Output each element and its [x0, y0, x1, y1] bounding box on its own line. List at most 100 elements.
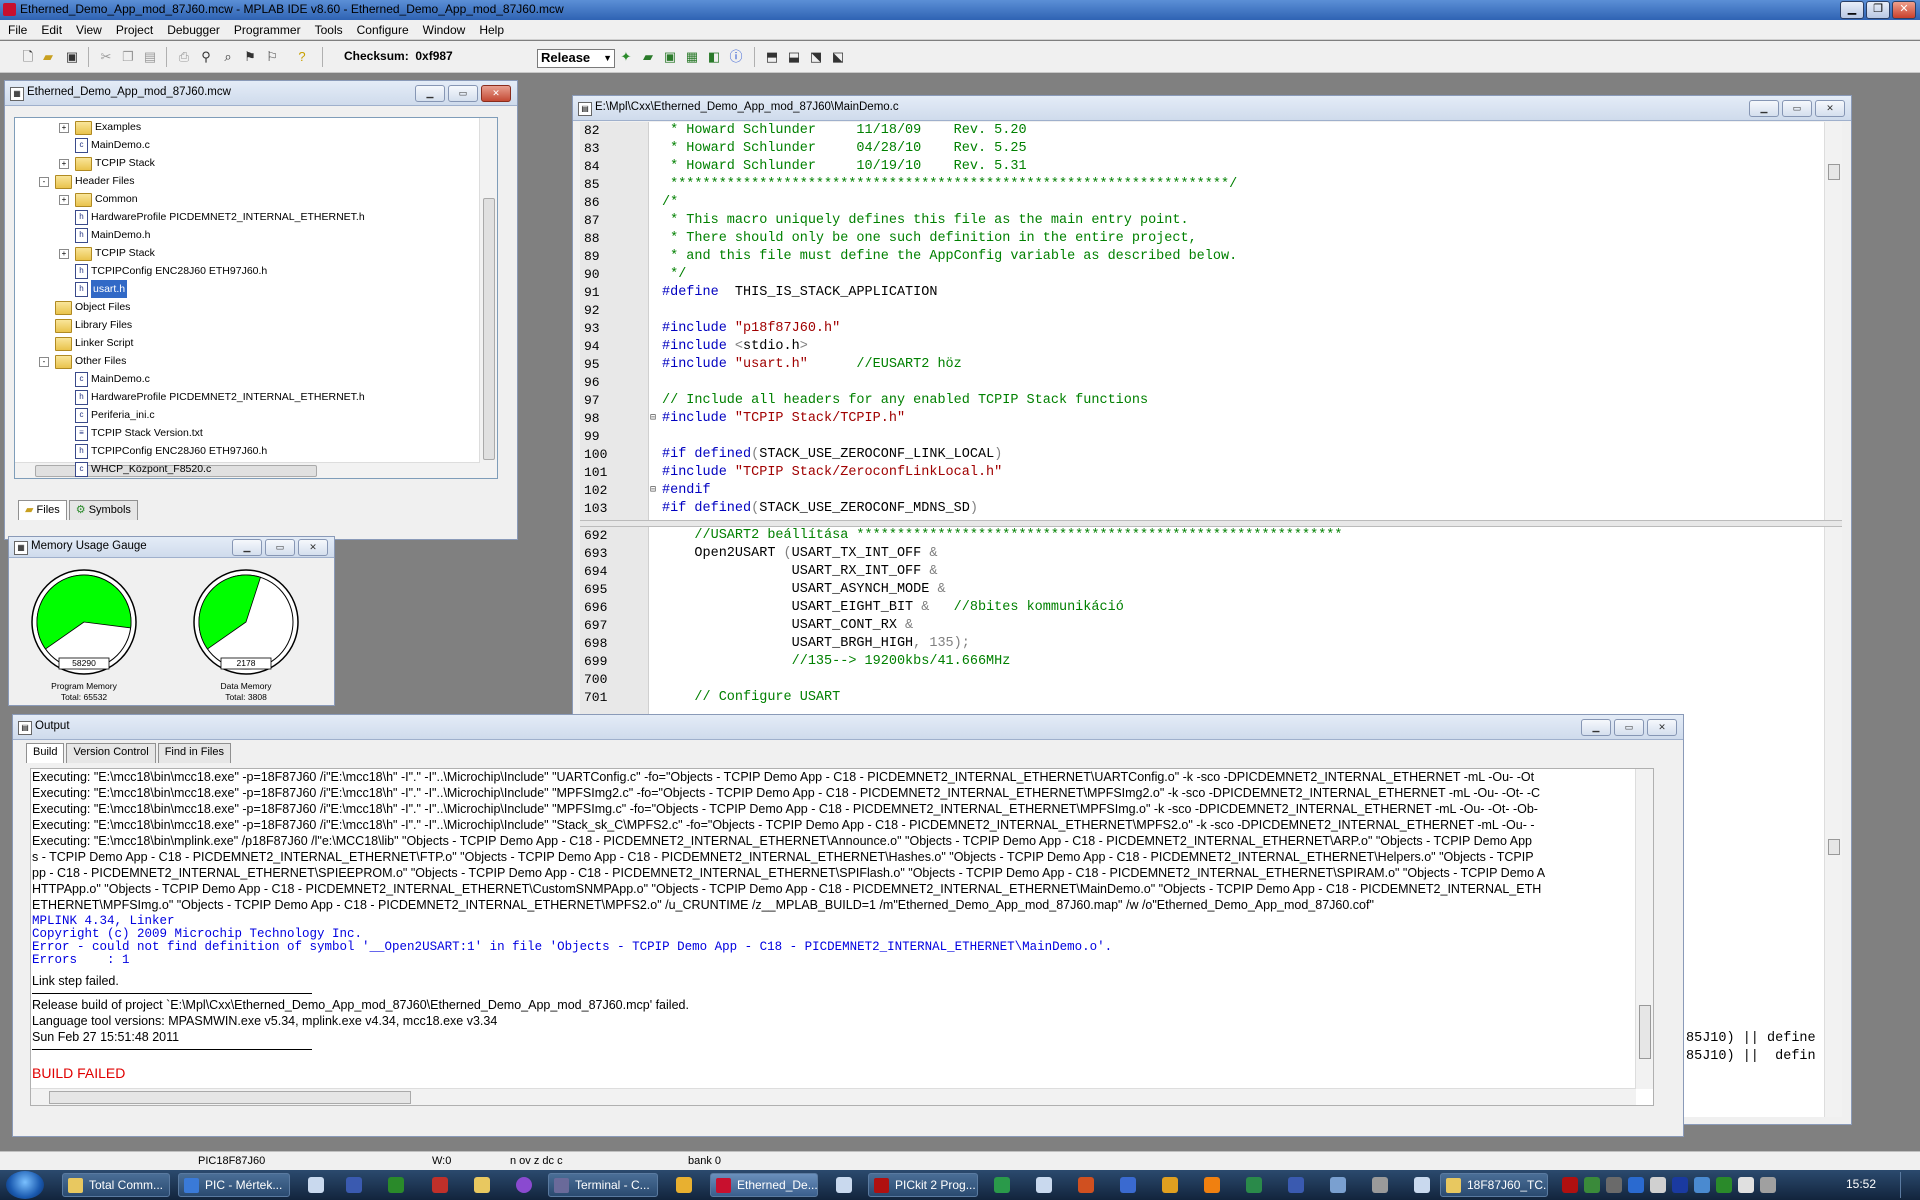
editor-close-button[interactable]: ✕: [1815, 100, 1845, 117]
help-icon[interactable]: ?: [294, 49, 310, 65]
show-desktop-button[interactable]: [1900, 1172, 1914, 1198]
tree-item[interactable]: h TCPIPConfig ENC28J60 ETH97J60.h: [15, 442, 475, 460]
tree-item[interactable]: h MainDemo.h: [15, 226, 475, 244]
read-device-icon[interactable]: ⬓: [786, 49, 802, 65]
tree-item[interactable]: - Other Files: [15, 352, 475, 370]
new-project-icon[interactable]: ✦: [618, 49, 634, 65]
code-line[interactable]: 693 Open2USART (USART_TX_INT_OFF &: [580, 545, 1820, 563]
editor-maximize-button[interactable]: ▭: [1782, 100, 1812, 117]
close-button[interactable]: ✕: [1892, 1, 1916, 19]
bookmark-next-icon[interactable]: ⚐: [264, 49, 280, 65]
print-icon[interactable]: ⎙: [176, 49, 192, 65]
code-line[interactable]: 84 * Howard Schlunder 10/19/10 Rev. 5.31: [580, 158, 1820, 176]
editor-minimize-button[interactable]: ▁: [1749, 100, 1779, 117]
taskbar-item-mplab[interactable]: Etherned_De...: [710, 1173, 818, 1197]
menu-tools[interactable]: Tools: [307, 20, 349, 37]
tree-item[interactable]: h usart.h: [15, 280, 475, 298]
bookmark-icon[interactable]: ⚑: [242, 49, 258, 65]
tree-item[interactable]: Linker Script: [15, 334, 475, 352]
quicklaunch-icon[interactable]: [1120, 1177, 1136, 1193]
code-line[interactable]: 103 #if defined(STACK_USE_ZEROCONF_MDNS_S…: [580, 500, 1820, 518]
taskbar-item-total-commander[interactable]: Total Comm...: [62, 1173, 170, 1197]
fold-icon[interactable]: ⊟: [650, 482, 656, 500]
tray-icon[interactable]: [1584, 1177, 1600, 1193]
build-all-icon[interactable]: ◧: [706, 49, 722, 65]
code-line[interactable]: 100 #if defined(STACK_USE_ZEROCONF_LINK_L…: [580, 446, 1820, 464]
quicklaunch-icon[interactable]: [1078, 1177, 1094, 1193]
tree-item[interactable]: c Periferia_ini.c: [15, 406, 475, 424]
quicklaunch-icon[interactable]: [308, 1177, 324, 1193]
code-line[interactable]: 697 USART_CONT_RX &: [580, 617, 1820, 635]
gauge-maximize-button[interactable]: ▭: [265, 539, 295, 556]
quicklaunch-icon[interactable]: [676, 1177, 692, 1193]
code-line[interactable]: 94 #include <stdio.h>: [580, 338, 1820, 356]
gauge-close-button[interactable]: ✕: [298, 539, 328, 556]
code-line[interactable]: 701 // Configure USART: [580, 689, 1820, 707]
expand-icon[interactable]: +: [59, 159, 69, 169]
verify-device-icon[interactable]: ⬔: [808, 49, 824, 65]
quicklaunch-icon[interactable]: [1330, 1177, 1346, 1193]
tree-item[interactable]: h HardwareProfile PICDEMNET2_INTERNAL_ETH…: [15, 388, 475, 406]
code-line[interactable]: 96: [580, 374, 1820, 392]
tree-item[interactable]: + TCPIP Stack: [15, 244, 475, 262]
tray-icon[interactable]: [1606, 1177, 1622, 1193]
code-line[interactable]: 91 #define THIS_IS_STACK_APPLICATION: [580, 284, 1820, 302]
quicklaunch-icon[interactable]: [994, 1177, 1010, 1193]
quicklaunch-icon[interactable]: [1372, 1177, 1388, 1193]
quicklaunch-icon[interactable]: [1288, 1177, 1304, 1193]
start-button[interactable]: [6, 1171, 44, 1199]
code-line[interactable]: 700: [580, 671, 1820, 689]
output-minimize-button[interactable]: ▁: [1581, 719, 1611, 736]
code-line[interactable]: 86 /*: [580, 194, 1820, 212]
menu-project[interactable]: Project: [108, 20, 159, 37]
project-close-button[interactable]: ✕: [481, 85, 511, 102]
code-line[interactable]: 692 //USART2 beállítása ****************…: [580, 527, 1820, 545]
quicklaunch-icon[interactable]: [836, 1177, 852, 1193]
find-icon[interactable]: ⚲: [198, 49, 214, 65]
menu-edit[interactable]: Edit: [33, 20, 68, 37]
editor-splitter[interactable]: [580, 520, 1842, 527]
menu-programmer[interactable]: Programmer: [226, 20, 307, 37]
menu-configure[interactable]: Configure: [349, 20, 415, 37]
taskbar-item-terminal[interactable]: Terminal - C...: [548, 1173, 658, 1197]
build-output-text[interactable]: Executing: "E:\mcc18\bin\mcc18.exe" -p=1…: [30, 768, 1654, 1106]
output-hscrollbar[interactable]: [31, 1088, 1636, 1105]
tree-item[interactable]: Library Files: [15, 316, 475, 334]
tab-files[interactable]: ▰ Files: [18, 500, 67, 520]
tree-item[interactable]: Object Files: [15, 298, 475, 316]
tree-item[interactable]: h HardwareProfile PICDEMNET2_INTERNAL_ETH…: [15, 208, 475, 226]
program-device-icon[interactable]: ⬒: [764, 49, 780, 65]
quicklaunch-icon[interactable]: [474, 1177, 490, 1193]
cut-icon[interactable]: ✂: [98, 49, 114, 65]
code-line[interactable]: 698 USART_BRGH_HIGH, 135);: [580, 635, 1820, 653]
code-line[interactable]: 699 //135--> 19200kbs/41.666MHz: [580, 653, 1820, 671]
code-line[interactable]: 97 // Include all headers for any enabled…: [580, 392, 1820, 410]
code-line[interactable]: 90 */: [580, 266, 1820, 284]
info-icon[interactable]: ⓘ: [728, 49, 744, 65]
project-minimize-button[interactable]: ▁: [415, 85, 445, 102]
quicklaunch-icon[interactable]: [432, 1177, 448, 1193]
code-line[interactable]: 83 * Howard Schlunder 04/28/10 Rev. 5.25: [580, 140, 1820, 158]
tab-build[interactable]: Build: [26, 743, 65, 763]
code-line[interactable]: 694 USART_RX_INT_OFF &: [580, 563, 1820, 581]
minimize-button[interactable]: ▁: [1840, 1, 1864, 19]
erase-device-icon[interactable]: ⬕: [830, 49, 846, 65]
menu-view[interactable]: View: [68, 20, 108, 37]
gauge-minimize-button[interactable]: ▁: [232, 539, 262, 556]
tree-item[interactable]: + Examples: [15, 118, 475, 136]
project-tree-scrollbar[interactable]: [479, 118, 497, 478]
quicklaunch-icon[interactable]: [388, 1177, 404, 1193]
tree-item[interactable]: c MainDemo.c: [15, 136, 475, 154]
expand-icon[interactable]: +: [59, 249, 69, 259]
code-line[interactable]: 85 *************************************…: [580, 176, 1820, 194]
code-line[interactable]: 89 * and this file must define the AppCo…: [580, 248, 1820, 266]
tree-item[interactable]: c MainDemo.c: [15, 370, 475, 388]
tab-find-in-files[interactable]: Find in Files: [157, 743, 231, 763]
menu-debugger[interactable]: Debugger: [159, 20, 226, 37]
code-line[interactable]: 695 USART_ASYNCH_MODE &: [580, 581, 1820, 599]
code-line[interactable]: 82 * Howard Schlunder 11/18/09 Rev. 5.20: [580, 122, 1820, 140]
code-line[interactable]: 696 USART_EIGHT_BIT & //8bites kommuniká…: [580, 599, 1820, 617]
quicklaunch-icon[interactable]: [516, 1177, 532, 1193]
quicklaunch-icon[interactable]: [346, 1177, 362, 1193]
code-bottom-scrollbar[interactable]: [1824, 527, 1842, 1117]
